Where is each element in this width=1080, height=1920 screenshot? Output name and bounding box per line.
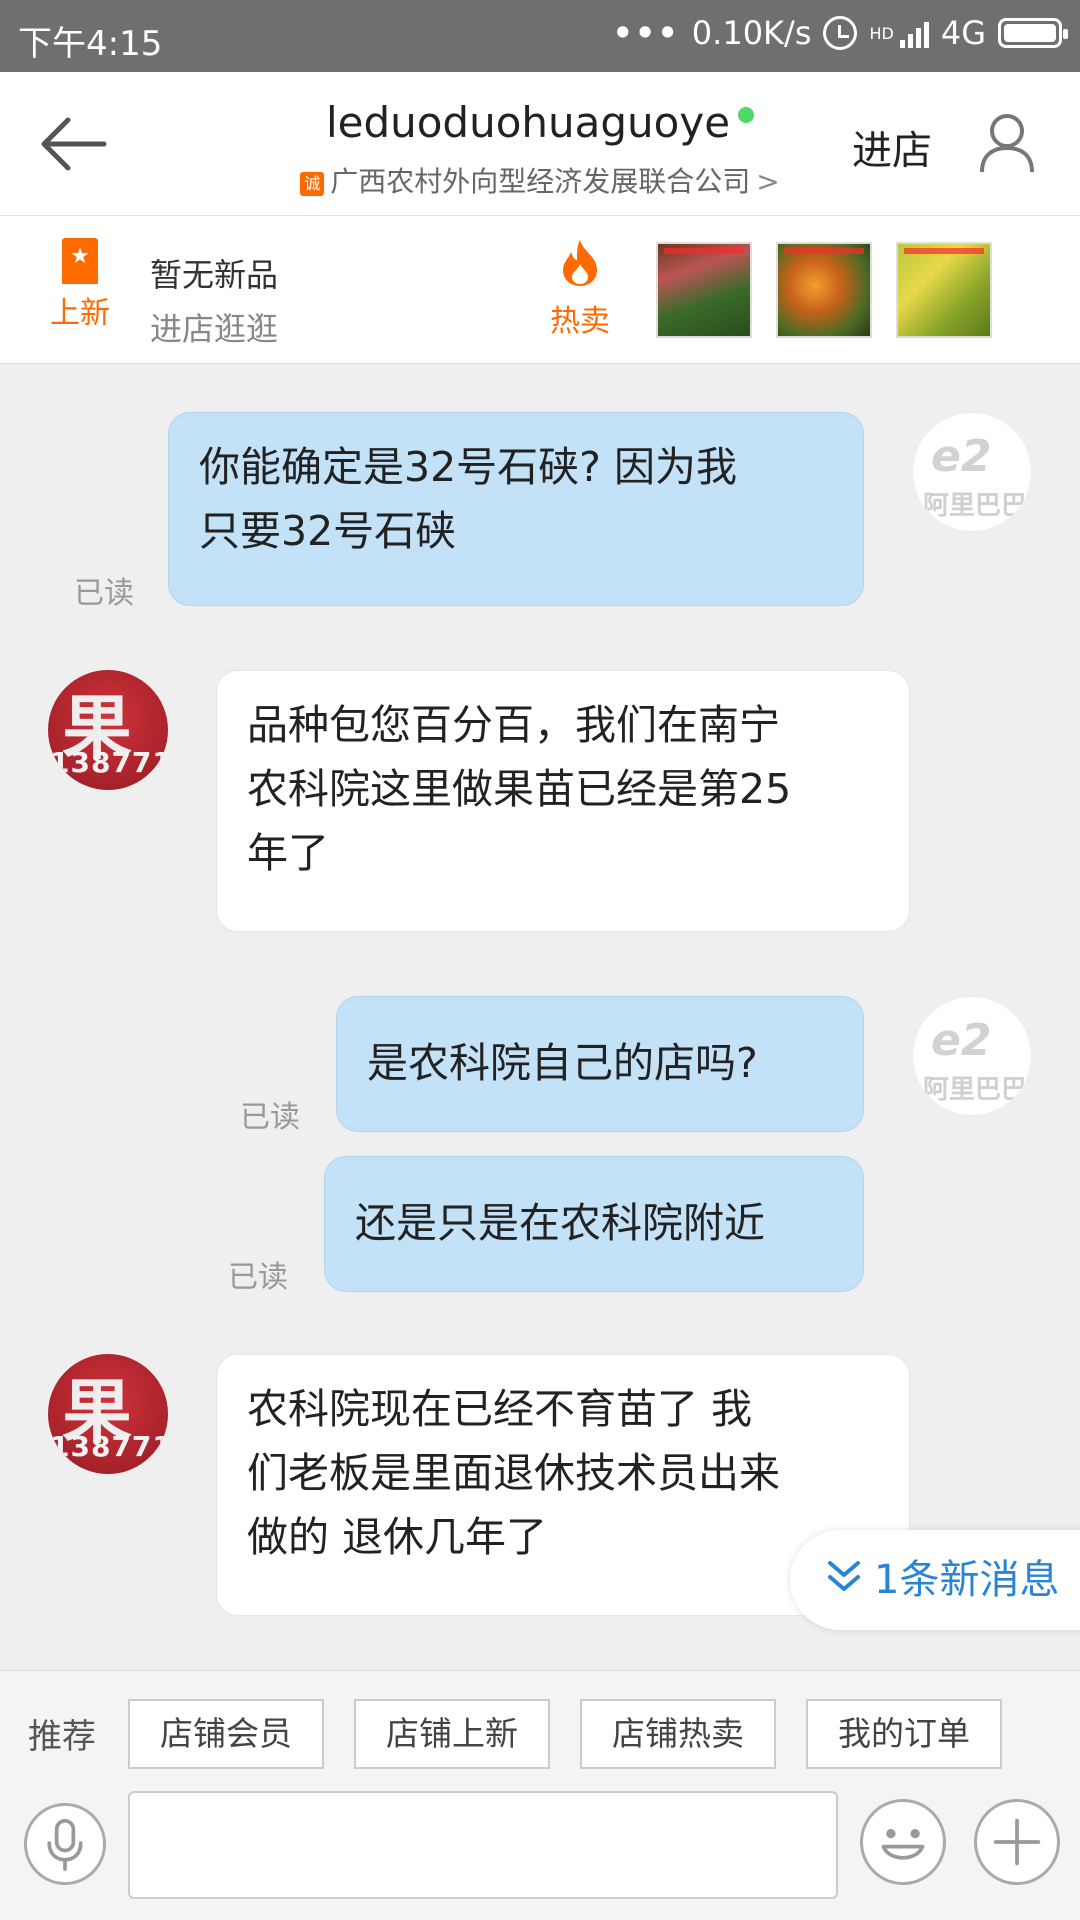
my-avatar[interactable]: e2 阿里巴巴	[912, 412, 1032, 532]
read-receipt: 已读	[228, 1260, 288, 1295]
message-bubble-outgoing[interactable]: 你能确定是32号石硖? 因为我 只要32号石硖	[168, 412, 864, 606]
chevron-right-icon: >	[756, 165, 780, 198]
no-new-products[interactable]: 暂无新品 进店逛逛	[150, 250, 278, 350]
enter-shop-button[interactable]: 进店	[852, 118, 932, 176]
message-line: 农科院现在已经不育苗了 我	[247, 1385, 753, 1433]
alarm-icon	[823, 16, 858, 50]
new-message-indicator[interactable]: 1条新消息	[790, 1530, 1080, 1630]
message-line: 们老板是里面退休技术员出来	[247, 1449, 780, 1497]
recommend-label: 推荐	[28, 1717, 96, 1757]
chip-shop-new[interactable]: 店铺上新	[354, 1699, 550, 1769]
message-line: 品种包您百分百，我们在南宁	[247, 701, 780, 749]
bookmark-star-icon: ★	[62, 238, 98, 284]
profile-icon[interactable]	[978, 112, 1036, 174]
signal-icon	[899, 18, 929, 48]
message-bubble-incoming[interactable]: 品种包您百分百，我们在南宁 农科院这里做果苗已经是第25 年了	[216, 670, 910, 932]
chip-shop-member[interactable]: 店铺会员	[128, 1699, 324, 1769]
read-receipt: 已读	[240, 1100, 300, 1135]
status-bar: 下午4:15 ••• 0.10K/s HD 4G	[0, 0, 1080, 72]
chevron-down-icon	[828, 1561, 860, 1591]
message-line: 还是只是在农科院附近	[355, 1199, 765, 1247]
hot-sale-button[interactable]: 热卖	[545, 238, 615, 340]
message-line: 是农科院自己的店吗?	[367, 1039, 758, 1087]
new-message-label: 1条新消息	[874, 1557, 1060, 1603]
status-icons: ••• 0.10K/s HD 4G	[612, 14, 1068, 52]
new-arrivals-button[interactable]: ★ 上新	[48, 238, 112, 332]
emoji-icon[interactable]	[860, 1799, 946, 1885]
message-bubble-outgoing[interactable]: 还是只是在农科院附近	[324, 1156, 864, 1292]
my-avatar[interactable]: e2 阿里巴巴	[912, 996, 1032, 1116]
hd-badge: HD	[869, 23, 894, 43]
online-status-icon	[738, 107, 755, 123]
chat-header: leduoduohuaguoye 诚广西农村外向型经济发展联合公司 > 进店	[0, 72, 1080, 216]
battery-icon	[998, 18, 1068, 48]
read-receipt: 已读	[74, 576, 134, 611]
hot-label: 热卖	[550, 304, 610, 339]
message-input[interactable]	[128, 1791, 838, 1899]
company-name: 广西农村外向型经济发展联合公司	[330, 165, 751, 198]
product-thumbnail[interactable]	[896, 242, 992, 338]
message-line: 做的 退休几年了	[247, 1513, 548, 1561]
message-bubble-outgoing[interactable]: 是农科院自己的店吗?	[336, 996, 864, 1132]
chip-my-orders[interactable]: 我的订单	[806, 1699, 1002, 1769]
bottom-panel: 推荐 店铺会员 店铺上新 店铺热卖 我的订单	[0, 1670, 1080, 1920]
product-thumbnail[interactable]	[776, 242, 872, 338]
flame-icon	[563, 240, 597, 286]
cheng-badge-icon: 诚	[300, 172, 325, 196]
no-new-title: 暂无新品	[150, 256, 279, 294]
chip-shop-hot[interactable]: 店铺热卖	[580, 1699, 776, 1769]
network-type: 4G	[940, 14, 986, 52]
message-line: 年了	[247, 829, 329, 877]
message-line: 只要32号石硖	[199, 507, 457, 555]
new-label: 上新	[50, 296, 110, 331]
microphone-icon[interactable]	[24, 1803, 106, 1885]
net-speed: 0.10K/s	[691, 14, 812, 52]
message-line: 你能确定是32号石硖? 因为我	[199, 443, 737, 491]
message-line: 农科院这里做果苗已经是第25	[247, 765, 792, 813]
shop-avatar[interactable]: 果 138771	[48, 1354, 168, 1474]
more-dots-icon: •••	[612, 14, 680, 52]
no-new-sub: 进店逛逛	[150, 310, 279, 348]
product-thumbnail[interactable]	[656, 242, 752, 338]
status-time: 下午4:15	[18, 24, 163, 64]
shop-avatar[interactable]: 果 138771	[48, 670, 168, 790]
plus-icon[interactable]	[974, 1799, 1060, 1885]
shop-name: leduoduohuaguoye	[325, 98, 731, 147]
shop-promo-bar: ★ 上新 暂无新品 进店逛逛 热卖	[0, 216, 1080, 364]
